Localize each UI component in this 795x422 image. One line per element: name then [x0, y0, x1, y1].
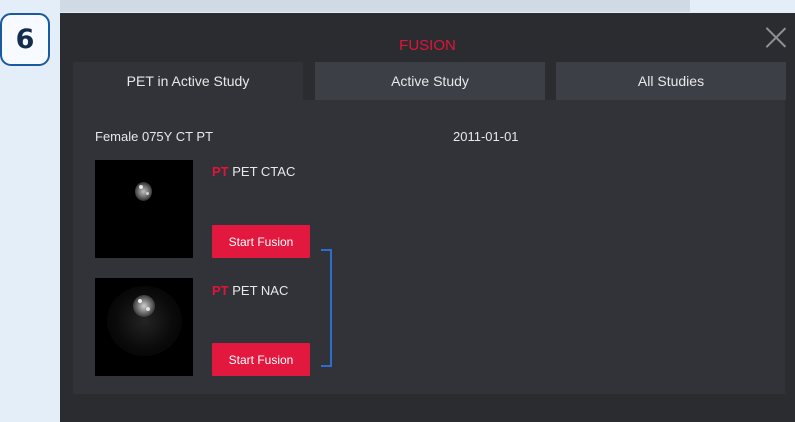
fusion-dialog: FUSION PET in Active Study Active Study … — [60, 13, 795, 422]
tab-pet-in-active-study[interactable]: PET in Active Study — [73, 62, 303, 100]
series-thumbnail[interactable] — [95, 160, 193, 258]
dialog-title: FUSION — [399, 37, 456, 54]
modality-tag: PT — [212, 164, 229, 179]
step-number-badge: 6 — [0, 13, 50, 66]
background-shadow — [60, 0, 690, 12]
series-thumbnail[interactable] — [95, 278, 193, 376]
study-description: Female 075Y CT PT — [95, 129, 214, 144]
close-icon[interactable] — [765, 26, 787, 48]
study-date: 2011-01-01 — [453, 129, 519, 144]
start-fusion-button[interactable]: Start Fusion — [212, 225, 310, 258]
tab-active-study[interactable]: Active Study — [315, 62, 545, 100]
series-name: PET CTAC — [232, 164, 296, 179]
start-fusion-button[interactable]: Start Fusion — [212, 343, 310, 376]
series-name: PET NAC — [232, 283, 289, 298]
tab-bar: PET in Active Study Active Study All Stu… — [73, 62, 795, 100]
series-label: PT PET CTAC — [212, 164, 295, 179]
modality-tag: PT — [212, 283, 229, 298]
tab-all-studies[interactable]: All Studies — [556, 62, 786, 100]
series-label: PT PET NAC — [212, 283, 288, 298]
tab-content-panel: Female 075Y CT PT 2011-01-01 PT PET CTAC… — [73, 100, 785, 394]
fusion-pair-bracket — [321, 249, 332, 367]
